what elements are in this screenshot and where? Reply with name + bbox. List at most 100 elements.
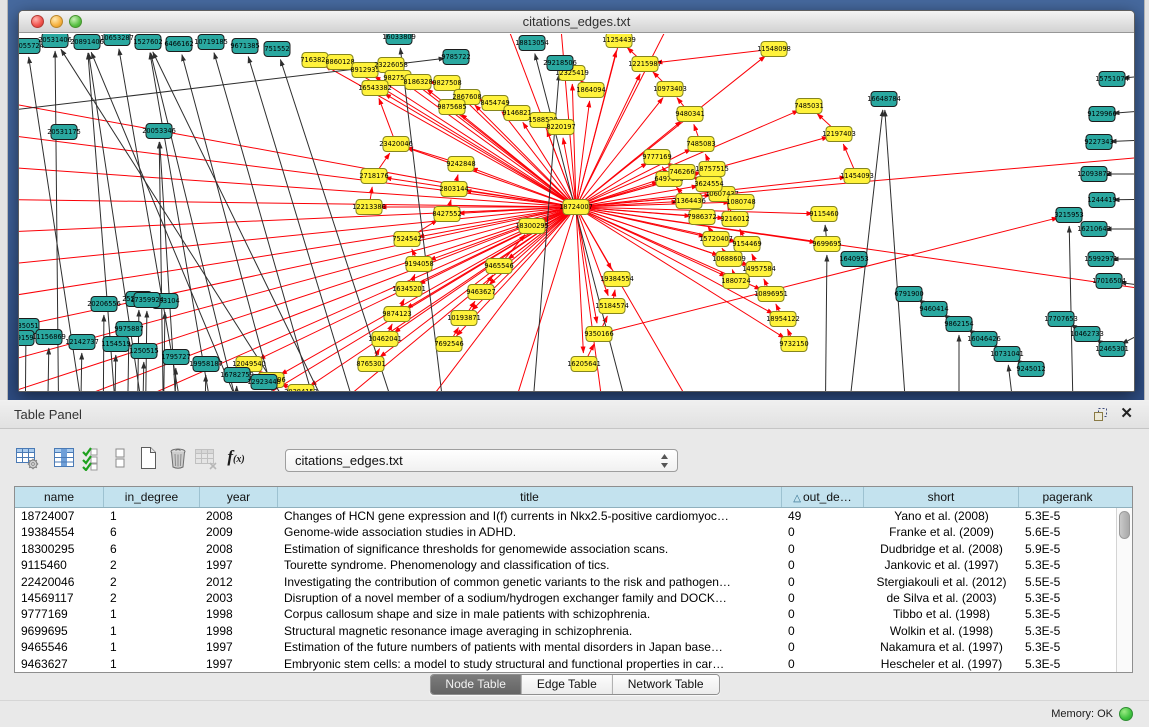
network-node[interactable]: 17016504: [1092, 274, 1126, 289]
network-node[interactable]: 23420046: [379, 137, 413, 152]
network-node[interactable]: 1795727: [161, 350, 190, 365]
network-edge[interactable]: [614, 290, 616, 298]
network-edge[interactable]: [310, 212, 569, 386]
network-edge[interactable]: [1069, 226, 1074, 392]
network-node[interactable]: 15184574: [595, 299, 629, 314]
network-node[interactable]: 16046426: [967, 332, 1001, 347]
show-columns-button[interactable]: [50, 444, 78, 472]
network-edge[interactable]: [1122, 319, 1134, 344]
network-node[interactable]: 9827508: [432, 76, 461, 91]
table-row[interactable]: 946362711997Embryonic stem cells: a mode…: [15, 656, 1116, 672]
network-node[interactable]: 10688609: [712, 252, 746, 267]
network-node[interactable]: 10896951: [754, 287, 788, 302]
network-node[interactable]: 17359924: [130, 293, 164, 308]
network-edge[interactable]: [456, 175, 458, 182]
network-node[interactable]: 9777169: [642, 150, 671, 165]
network-node[interactable]: 18813054: [515, 36, 549, 51]
network-node[interactable]: 6791900: [894, 287, 923, 302]
network-node[interactable]: 7524542: [392, 232, 421, 247]
network-node[interactable]: 1880724: [721, 274, 750, 289]
network-node[interactable]: 8765301: [356, 357, 385, 372]
network-node[interactable]: 10653287: [100, 34, 134, 46]
float-window-icon[interactable]: [1091, 406, 1109, 424]
network-node[interactable]: 12213386: [352, 200, 386, 215]
network-node[interactable]: 2803144: [439, 182, 468, 197]
network-node[interactable]: 10462733: [1070, 327, 1104, 342]
network-edge[interactable]: [486, 275, 493, 285]
network-node[interactable]: 1527602: [133, 35, 162, 50]
network-node[interactable]: 7986372: [687, 210, 716, 225]
column-header-pagerank[interactable]: pagerank: [1019, 487, 1116, 507]
network-node[interactable]: 20891406: [70, 35, 104, 50]
network-edge[interactable]: [453, 328, 459, 338]
network-node[interactable]: 9242848: [446, 157, 475, 172]
network-edge[interactable]: [235, 386, 237, 392]
network-node[interactable]: 9699695: [812, 237, 841, 252]
column-header-short[interactable]: short: [864, 487, 1019, 507]
network-node[interactable]: 16345201: [392, 282, 426, 297]
network-node[interactable]: 9465546: [484, 259, 513, 274]
clear-selection-button[interactable]: [106, 444, 134, 472]
network-node[interactable]: 2718176: [359, 169, 388, 184]
network-node[interactable]: 11454093: [840, 169, 874, 184]
network-edge[interactable]: [80, 353, 82, 392]
network-node[interactable]: 18757515: [695, 162, 729, 177]
network-edge[interactable]: [588, 344, 595, 357]
network-edge[interactable]: [19, 208, 568, 269]
network-node[interactable]: 9875685: [437, 100, 466, 115]
new-document-button[interactable]: [134, 444, 162, 472]
network-node[interactable]: 12215987: [628, 57, 662, 72]
network-edge[interactable]: [61, 49, 319, 392]
table-row[interactable]: 1938455462009Genome-wide association stu…: [15, 524, 1116, 540]
network-node[interactable]: 16648784: [867, 92, 901, 107]
network-node[interactable]: 18954122: [766, 312, 800, 327]
network-window-titlebar[interactable]: citations_edges.txt: [19, 11, 1134, 33]
network-edge[interactable]: [705, 154, 708, 162]
network-node[interactable]: 12923448: [247, 375, 281, 390]
network-edge[interactable]: [204, 375, 206, 392]
network-node[interactable]: 7692546: [434, 337, 463, 352]
network-node[interactable]: 1864094: [576, 83, 605, 98]
network-edge[interactable]: [19, 164, 568, 206]
network-node[interactable]: 20531406: [38, 34, 72, 48]
tab-node-table[interactable]: Node Table: [430, 675, 522, 694]
network-node[interactable]: 9245012: [1016, 362, 1045, 377]
function-builder-button[interactable]: f(x): [222, 444, 250, 472]
network-node[interactable]: 20384152: [284, 385, 318, 393]
network-node[interactable]: 15992971: [1084, 252, 1118, 267]
network-node[interactable]: 9154469: [732, 237, 761, 252]
network-node[interactable]: 9146821: [502, 106, 531, 121]
network-edge[interactable]: [740, 229, 744, 237]
network-edge[interactable]: [577, 215, 597, 323]
column-header-in_degree[interactable]: in_degree: [104, 487, 200, 507]
network-node[interactable]: 19958187: [189, 357, 223, 372]
network-edge[interactable]: [844, 110, 883, 392]
column-header-name[interactable]: name: [15, 487, 104, 507]
network-node[interactable]: 8220197: [546, 120, 575, 135]
network-node[interactable]: 1244419: [1087, 193, 1116, 208]
network-node[interactable]: 11548098: [757, 42, 791, 57]
network-node[interactable]: 18300295: [515, 219, 549, 234]
network-edge[interactable]: [153, 52, 349, 392]
network-node[interactable]: 20206556: [87, 297, 121, 312]
network-node[interactable]: 9463627: [466, 285, 495, 300]
table-row[interactable]: 977716911998Corpus callosum shape and si…: [15, 606, 1116, 622]
network-node[interactable]: 3215953: [1054, 208, 1083, 223]
network-node[interactable]: 10193871: [447, 311, 481, 326]
select-all-button[interactable]: [78, 444, 106, 472]
table-settings-button[interactable]: [13, 444, 41, 472]
network-edge[interactable]: [825, 255, 827, 392]
tab-edge-table[interactable]: Edge Table: [522, 675, 613, 694]
network-node[interactable]: 751552: [264, 42, 290, 57]
network-node[interactable]: 9671385: [230, 39, 259, 54]
network-edge[interactable]: [248, 57, 369, 393]
network-node[interactable]: 21364436: [672, 194, 706, 209]
network-node[interactable]: 7485083: [686, 137, 715, 152]
network-node[interactable]: 9115460: [809, 207, 838, 222]
network-node[interactable]: 9732150: [779, 337, 808, 352]
network-edge[interactable]: [379, 98, 393, 136]
network-edge[interactable]: [379, 153, 390, 169]
network-node[interactable]: 11254439: [602, 34, 636, 48]
network-node[interactable]: 20053346: [142, 124, 176, 139]
scrollbar-thumb[interactable]: [1119, 511, 1130, 539]
